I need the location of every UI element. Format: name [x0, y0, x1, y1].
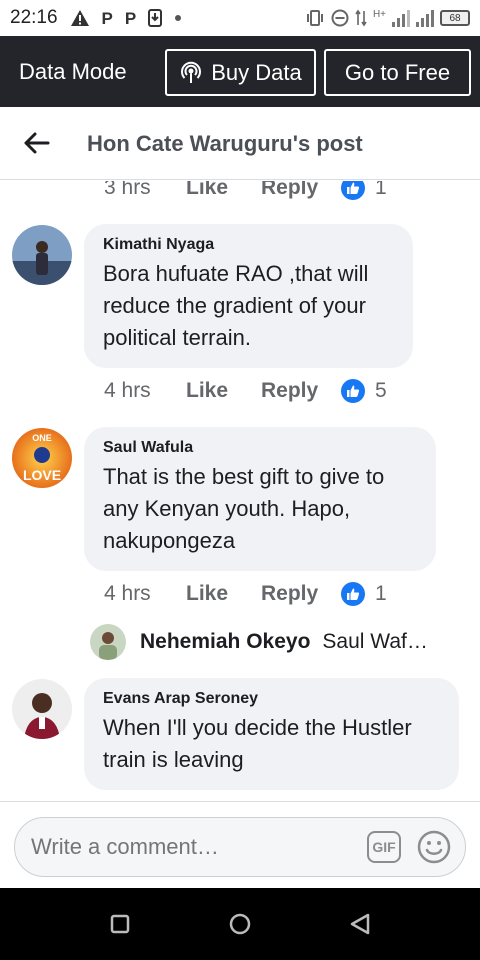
comment-author[interactable]: Saul Wafula — [103, 439, 416, 457]
do-not-disturb-icon — [331, 9, 349, 27]
thumbs-up-icon — [341, 582, 365, 606]
like-button[interactable]: Like — [186, 582, 261, 606]
dot-icon — [175, 15, 182, 21]
data-arrows-icon — [355, 9, 367, 27]
broadcast-icon — [181, 61, 202, 83]
status-system-icons: H+ 68 — [305, 9, 470, 27]
status-bar: 22:16 P P H+ 68 — [0, 0, 480, 36]
thumbs-up-icon — [341, 379, 365, 403]
p-icon: P — [124, 8, 137, 28]
p-icon: P — [101, 8, 113, 28]
signal-icon-2 — [416, 9, 434, 27]
page-title: Hon Cate Waruguru's post — [87, 131, 363, 156]
data-mode-label: Data Mode — [19, 58, 127, 84]
reply-button[interactable]: Reply — [261, 582, 341, 606]
reply-button[interactable]: Reply — [261, 181, 341, 200]
comment-text: When I'll you decide the Hustler train i… — [103, 715, 412, 772]
gif-button[interactable]: GIF — [367, 831, 401, 863]
signal-icon — [392, 9, 410, 27]
data-mode-bar: Data Mode Buy Data Go to Free — [0, 36, 480, 107]
system-nav-bar — [0, 888, 480, 960]
comment-text: That is the best gift to give to any Ken… — [103, 464, 385, 553]
reaction-count: 1 — [375, 582, 387, 605]
reactions[interactable]: 1 — [341, 582, 387, 606]
reply-preview[interactable]: Nehemiah Okeyo Saul Waf… — [90, 624, 428, 660]
reaction-count: 1 — [375, 181, 387, 199]
thumbs-up-icon — [341, 181, 365, 200]
avatar-text-top: ONE — [32, 433, 52, 443]
comment-meta: 3 hrs Like Reply 1 — [104, 181, 387, 200]
comment-author[interactable]: Kimathi Nyaga — [103, 236, 393, 254]
post-header: Hon Cate Waruguru's post — [0, 107, 480, 180]
like-button[interactable]: Like — [186, 181, 261, 200]
comment-meta: 4 hrs Like Reply 5 — [104, 379, 387, 403]
comment-bubble[interactable]: Evans Arap Seroney When I'll you decide … — [84, 678, 459, 790]
avatar[interactable] — [12, 679, 72, 739]
reactions[interactable]: 5 — [341, 379, 387, 403]
comment-time: 3 hrs — [104, 181, 151, 199]
reaction-count: 5 — [375, 379, 387, 402]
like-button[interactable]: Like — [186, 379, 261, 403]
comment-time: 4 hrs — [104, 582, 151, 605]
back-nav-icon[interactable] — [346, 910, 374, 938]
comment-author[interactable]: Evans Arap Seroney — [103, 690, 439, 708]
comment-text: Bora hufuate RAO ,that will reduce the g… — [103, 261, 369, 350]
network-type-label: H+ — [372, 9, 386, 20]
status-time: 22:16 — [10, 7, 58, 28]
comment-bubble[interactable]: Saul Wafula That is the best gift to giv… — [84, 427, 436, 571]
avatar[interactable] — [12, 225, 72, 285]
reply-snippet: Saul Waf… — [322, 630, 428, 653]
back-arrow-icon[interactable] — [22, 129, 50, 157]
reactions[interactable]: 1 — [341, 181, 387, 200]
go-to-free-button[interactable]: Go to Free — [324, 49, 471, 96]
emoji-icon[interactable] — [417, 830, 451, 864]
battery-icon: 68 — [440, 10, 470, 26]
buy-data-button[interactable]: Buy Data — [165, 49, 316, 96]
reply-author: Nehemiah Okeyo — [140, 630, 311, 653]
comment-bubble[interactable]: Kimathi Nyaga Bora hufuate RAO ,that wil… — [84, 224, 413, 368]
go-to-free-label: Go to Free — [344, 59, 451, 85]
reply-button[interactable]: Reply — [261, 379, 341, 403]
reply-avatar — [90, 624, 126, 660]
recents-icon[interactable] — [106, 910, 134, 938]
comment-input[interactable] — [31, 834, 351, 860]
comments-list: 3 hrs Like Reply 1 Kimathi Nyaga Bora hu… — [0, 181, 480, 801]
warning-icon — [70, 10, 89, 26]
buy-data-label: Buy Data — [211, 59, 302, 85]
comment-meta: 4 hrs Like Reply 1 — [104, 582, 387, 606]
vibrate-icon — [306, 10, 323, 26]
avatar[interactable]: ONE LOVE — [12, 428, 72, 488]
avatar-text-bottom: LOVE — [23, 467, 61, 483]
comment-composer: GIF — [0, 801, 480, 888]
status-notification-icons: P P — [70, 9, 183, 27]
comment-input-container[interactable]: GIF — [14, 817, 466, 877]
home-icon[interactable] — [226, 910, 254, 938]
download-icon — [148, 9, 163, 27]
comment-time: 4 hrs — [104, 379, 151, 402]
